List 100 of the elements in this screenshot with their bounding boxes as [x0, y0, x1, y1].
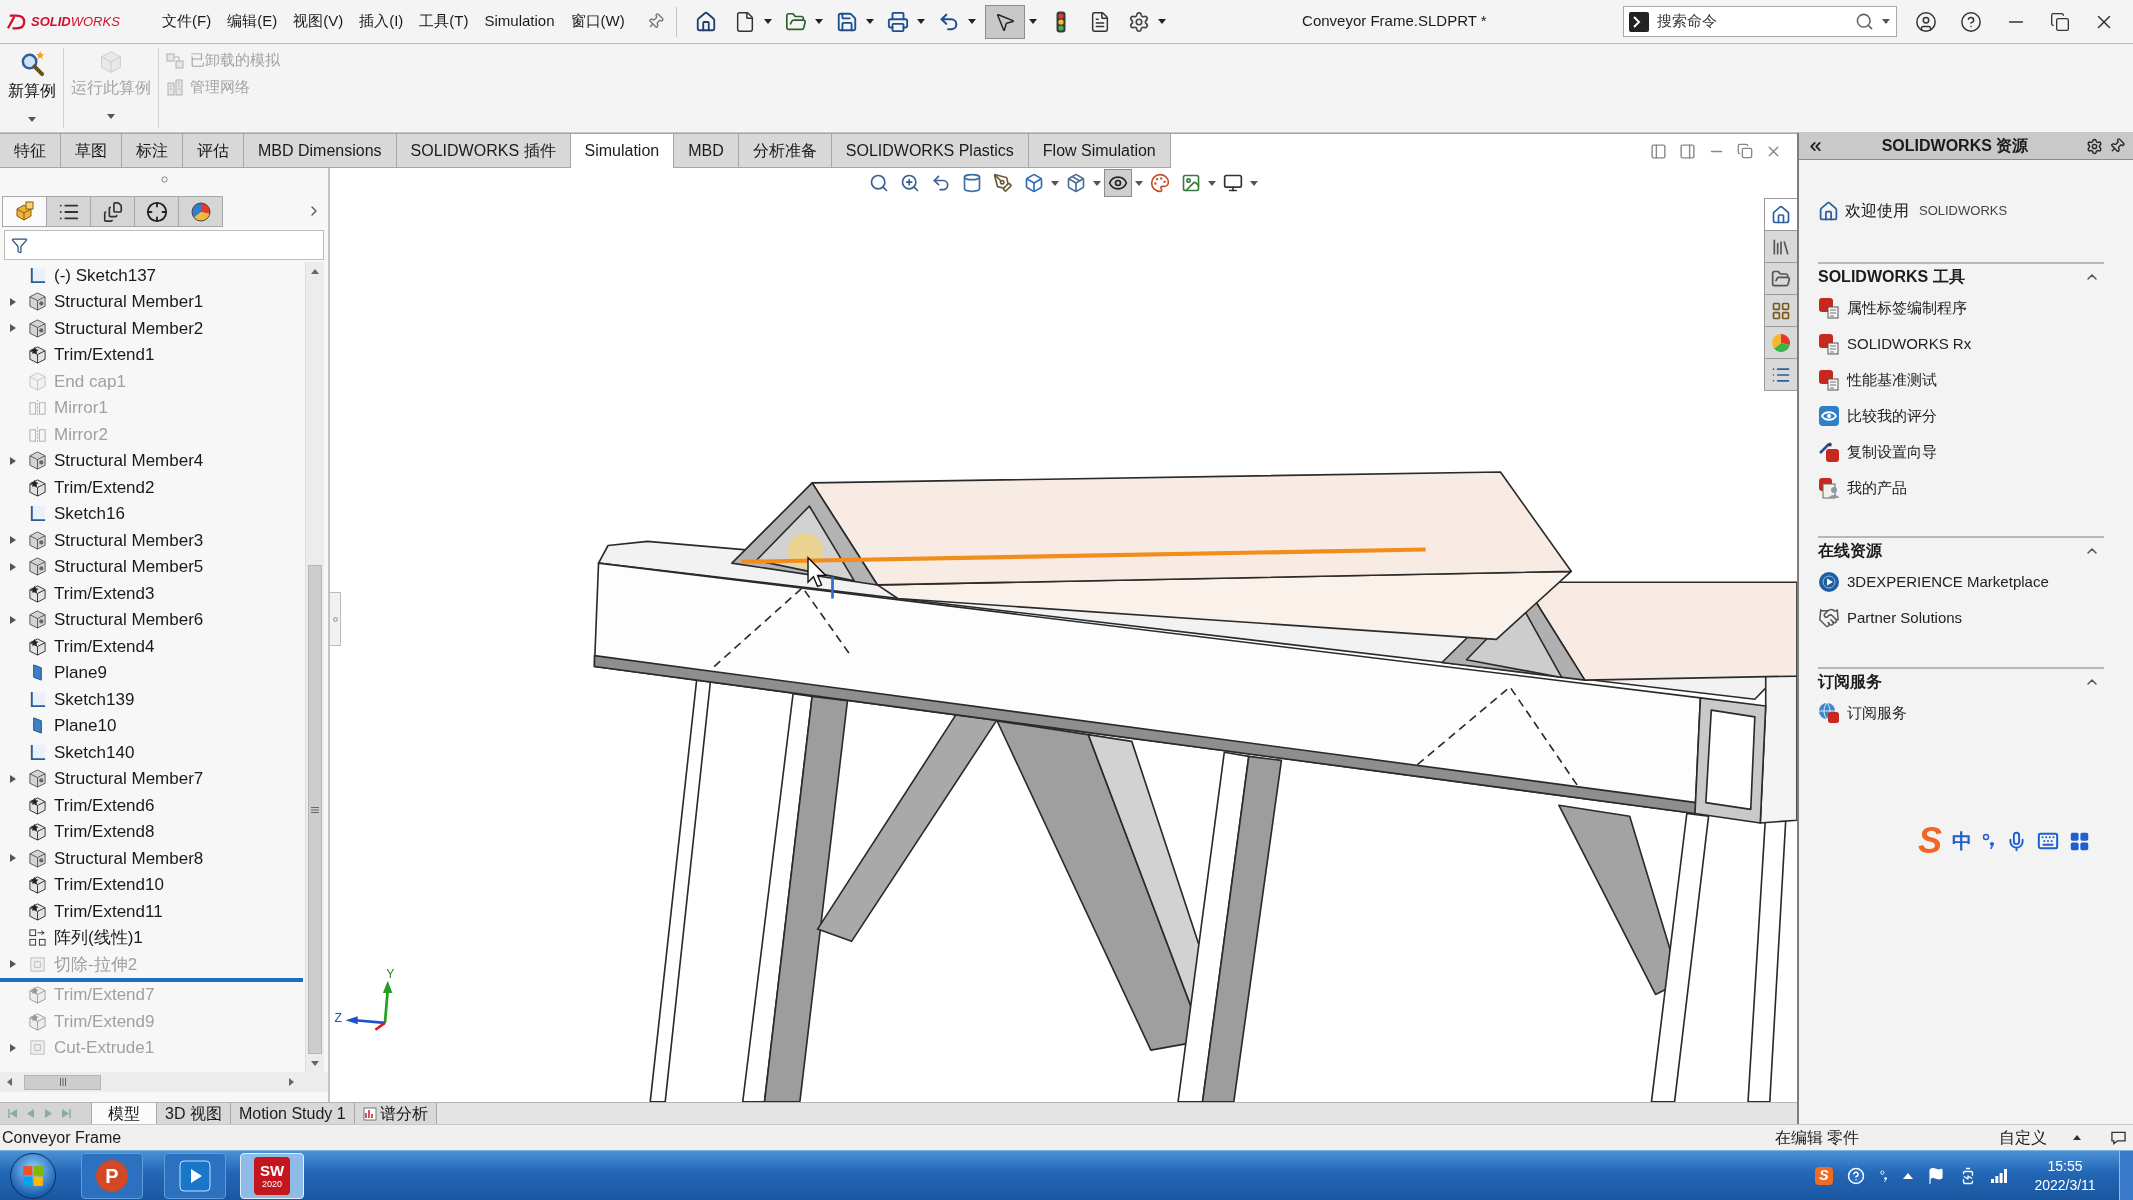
tree-item[interactable]: Structural Member3 [0, 527, 305, 554]
scroll-left-arrow-icon[interactable] [6, 1078, 12, 1086]
resource-link[interactable]: 订阅服务 [1847, 701, 1907, 725]
keyboard-icon[interactable] [2037, 830, 2059, 852]
scrollbar-thumb[interactable] [308, 565, 322, 1054]
panel-grip-icon[interactable] [160, 175, 168, 183]
search-field[interactable]: 搜索命令 [1657, 10, 1847, 33]
tree-item[interactable]: Sketch139 [0, 686, 305, 713]
tree-item[interactable]: Sketch140 [0, 739, 305, 766]
tree-item[interactable]: Structural Member6 [0, 606, 305, 633]
tree-item[interactable]: Sketch16 [0, 500, 305, 527]
resource-link[interactable]: 3DEXPERIENCE Marketplace [1847, 570, 2049, 594]
task-pane-tab[interactable] [1764, 230, 1797, 263]
signal-bars-icon[interactable] [1991, 1168, 2007, 1183]
settings-icon[interactable] [2086, 137, 2103, 155]
view-tool-button[interactable] [1104, 169, 1132, 197]
resource-link[interactable]: Partner Solutions [1847, 606, 1963, 630]
resource-link[interactable]: 属性标签编制程序 [1847, 296, 1967, 320]
tree-item[interactable]: Trim/Extend8 [0, 818, 305, 845]
tile-right-icon[interactable] [1679, 142, 1696, 160]
bottom-tab[interactable]: 模型 [91, 1103, 157, 1124]
expand-arrow-icon[interactable] [10, 456, 16, 465]
punctuation-icon[interactable] [1982, 833, 1996, 849]
units-menu[interactable]: 自定义 [1999, 1125, 2047, 1150]
ribbon-tab[interactable]: MBD Dimensions [244, 133, 397, 168]
taskbar-app-button[interactable] [164, 1152, 226, 1199]
tree-item[interactable]: Plane9 [0, 659, 305, 686]
task-pane-tab[interactable] [1764, 358, 1797, 391]
tree-item[interactable]: Structural Member5 [0, 553, 305, 580]
scroll-right-arrow-icon[interactable] [288, 1078, 294, 1086]
tree-item[interactable]: Structural Member8 [0, 845, 305, 872]
task-pane-tab[interactable] [1764, 326, 1797, 359]
dropdown-caret-icon[interactable] [28, 117, 36, 122]
resource-link[interactable]: 比较我的评分 [1847, 404, 1937, 428]
dropdown-caret-icon[interactable] [1028, 19, 1037, 24]
resource-link[interactable]: 我的产品 [1847, 476, 1907, 500]
taskbar-app-button[interactable]: P [81, 1152, 143, 1199]
panel-splitter-handle[interactable] [330, 592, 341, 646]
start-button[interactable] [10, 1152, 56, 1199]
task-pane-tab[interactable] [1764, 262, 1797, 295]
taskbar-app-button[interactable]: SW 2020 [240, 1152, 304, 1199]
tree-item[interactable]: Trim/Extend4 [0, 633, 305, 660]
task-pane-tab[interactable] [1764, 294, 1797, 327]
tree-item[interactable]: Trim/Extend6 [0, 792, 305, 819]
tree-item[interactable]: Structural Member7 [0, 765, 305, 792]
scrollbar-thumb[interactable] [24, 1074, 101, 1090]
restore-icon[interactable] [2050, 11, 2070, 32]
tree-item[interactable]: Trim/Extend1 [0, 341, 305, 368]
tree-item[interactable]: Trim/Extend11 [0, 898, 305, 925]
ribbon-tab[interactable]: 分析准备 [738, 133, 832, 168]
caret-up-icon[interactable] [2073, 1135, 2081, 1140]
tree-item[interactable]: (-) Sketch137 [0, 262, 305, 289]
dropdown-caret-icon[interactable] [1135, 180, 1143, 186]
tree-item[interactable]: Trim/Extend2 [0, 474, 305, 501]
panel-tab[interactable] [134, 196, 179, 227]
tree-item[interactable]: Structural Member2 [0, 315, 305, 342]
tree-item[interactable]: Trim/Extend3 [0, 580, 305, 607]
resource-link[interactable]: 复制设置向导 [1847, 440, 1937, 464]
welcome-link[interactable]: 欢迎使用 [1845, 199, 1909, 223]
panel-tab[interactable] [90, 196, 135, 227]
help-icon[interactable] [1960, 10, 1982, 33]
expand-arrow-icon[interactable] [10, 854, 16, 863]
menu-item[interactable]: 插入(I) [359, 10, 404, 33]
ribbon-tab[interactable]: 标注 [122, 133, 183, 168]
ribbon-tab[interactable]: 特征 [0, 133, 61, 168]
menu-item[interactable]: 视图(V) [293, 10, 344, 33]
speech-bubble-icon[interactable] [2111, 1130, 2126, 1145]
home-icon[interactable] [1818, 200, 1839, 222]
dropdown-caret-icon[interactable] [763, 19, 772, 24]
panel-tab[interactable] [178, 196, 223, 227]
ribbon-tab[interactable]: 草图 [61, 133, 122, 168]
dropdown-caret-icon[interactable] [865, 19, 874, 24]
bottom-tab[interactable]: 3D 视图 [156, 1103, 231, 1124]
tree-item[interactable]: Plane10 [0, 712, 305, 739]
search-icon[interactable] [1855, 12, 1874, 31]
ribbon-tab[interactable]: SOLIDWORKS Plastics [831, 133, 1029, 168]
punctuation-icon[interactable] [1879, 1168, 1889, 1183]
tree-item[interactable]: 阵列(线性)1 [0, 924, 305, 951]
tree-item[interactable]: Structural Member4 [0, 447, 305, 474]
scroll-down-arrow-icon[interactable] [311, 1060, 319, 1066]
expand-arrow-icon[interactable] [10, 960, 16, 969]
menu-item[interactable]: 编辑(E) [227, 10, 278, 33]
dropdown-caret-icon[interactable] [1882, 19, 1890, 24]
flag-icon[interactable] [1927, 1166, 1945, 1185]
user-icon[interactable] [1915, 10, 1937, 33]
dropdown-caret-icon[interactable] [916, 19, 925, 24]
expand-arrow-icon[interactable] [10, 297, 16, 306]
dropdown-caret-icon[interactable] [967, 19, 976, 24]
dropdown-caret-icon[interactable] [1093, 180, 1101, 186]
ribbon-tab[interactable]: SOLIDWORKS 插件 [396, 133, 571, 168]
dropdown-caret-icon[interactable] [1250, 180, 1258, 186]
expand-arrow-icon[interactable] [10, 774, 16, 783]
expand-arrow-icon[interactable] [10, 536, 16, 545]
bottom-tab[interactable]: 谱分析 [353, 1103, 437, 1124]
dropdown-caret-icon[interactable] [1157, 19, 1166, 24]
product-name[interactable]: SOLIDWORKS [1919, 201, 2008, 221]
menu-item[interactable]: Simulation [484, 10, 555, 33]
ribbon-tab[interactable]: Flow Simulation [1028, 133, 1171, 168]
task-pane-tab[interactable] [1764, 198, 1797, 231]
menu-item[interactable]: 文件(F) [162, 10, 212, 33]
